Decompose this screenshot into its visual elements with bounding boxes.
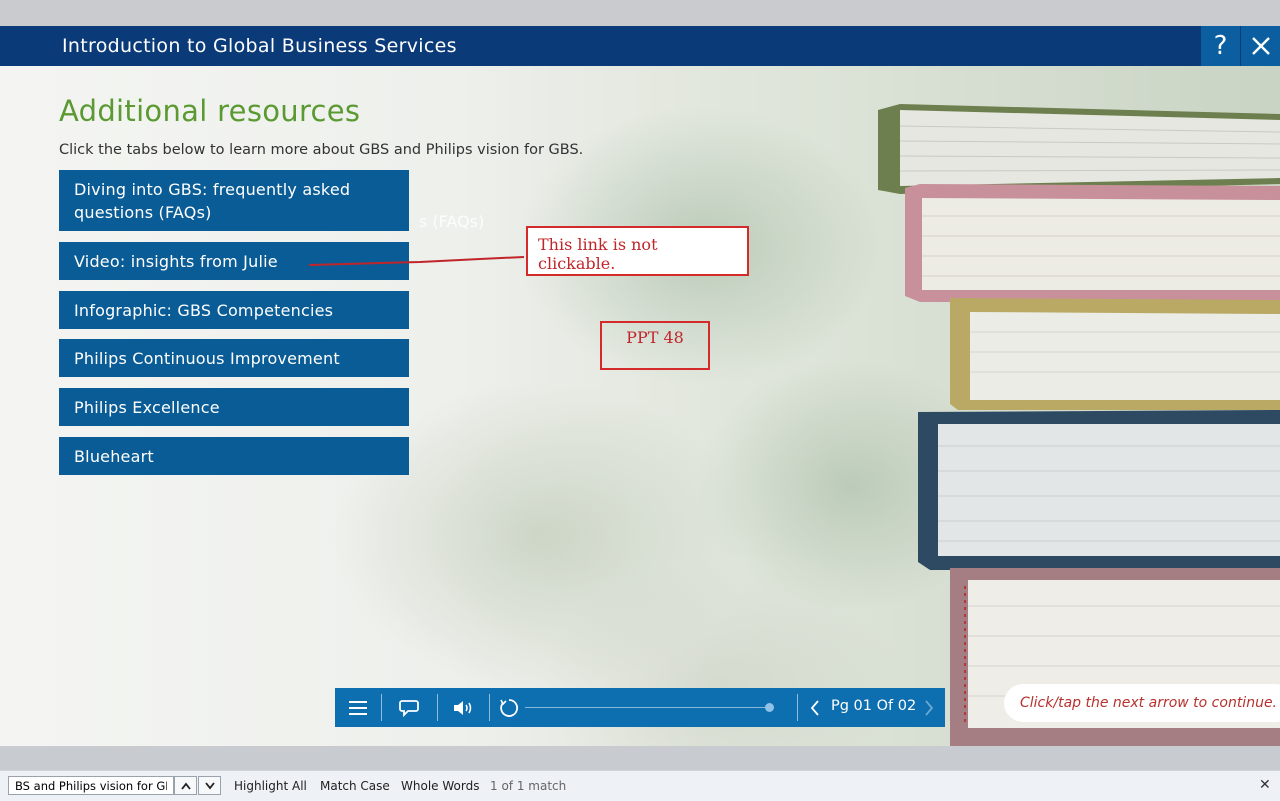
menu-button[interactable] [343, 688, 373, 727]
transcript-button[interactable] [395, 688, 423, 727]
find-status: 1 of 1 match [490, 779, 567, 793]
chevron-up-icon [180, 782, 191, 790]
help-button[interactable]: ? [1201, 26, 1240, 66]
progress-knob[interactable] [765, 703, 774, 712]
separator [489, 694, 490, 721]
match-case-option[interactable]: Match Case [320, 779, 390, 793]
chevron-left-icon [810, 699, 819, 716]
chevron-down-icon [204, 781, 215, 789]
title-bar: Introduction to Global Business Services… [0, 26, 1280, 66]
find-close-button[interactable]: ✕ [1259, 777, 1271, 793]
slide-stage: Additional resources Click the tabs belo… [0, 66, 1280, 746]
annotation-line [308, 256, 525, 266]
close-icon: ✕ [1259, 777, 1271, 793]
next-button[interactable] [919, 688, 939, 727]
replay-button[interactable] [497, 688, 521, 727]
menu-icon [349, 700, 367, 715]
chevron-right-icon [925, 699, 934, 716]
find-previous-button[interactable] [174, 776, 197, 795]
whole-words-option[interactable]: Whole Words [401, 779, 479, 793]
progress-track[interactable] [525, 707, 770, 708]
window-top-strip [0, 0, 1280, 26]
player-controls: Pg 01 Of 02 [335, 688, 945, 727]
previous-button[interactable] [805, 688, 825, 727]
replay-icon [500, 698, 518, 717]
close-button[interactable] [1241, 26, 1280, 66]
find-bar: Highlight All Match Case Whole Words 1 o… [0, 770, 1280, 801]
highlight-all-option[interactable]: Highlight All [234, 779, 307, 793]
separator [437, 694, 438, 721]
volume-button[interactable] [449, 688, 479, 727]
help-icon: ? [1213, 31, 1228, 61]
continue-hint: Click/tap the next arrow to continue. [1004, 684, 1280, 722]
annotation-note: This link is not clickable. [526, 226, 749, 276]
page-indicator: Pg 01 Of 02 [831, 698, 917, 714]
separator [797, 694, 798, 721]
separator [381, 694, 382, 721]
volume-icon [454, 700, 472, 715]
find-input[interactable] [8, 776, 174, 795]
find-next-button[interactable] [198, 776, 221, 795]
course-title: Introduction to Global Business Services [62, 35, 457, 57]
close-icon [1251, 37, 1270, 55]
speech-bubble-icon [399, 699, 419, 717]
annotation-label: PPT 48 [600, 321, 710, 370]
